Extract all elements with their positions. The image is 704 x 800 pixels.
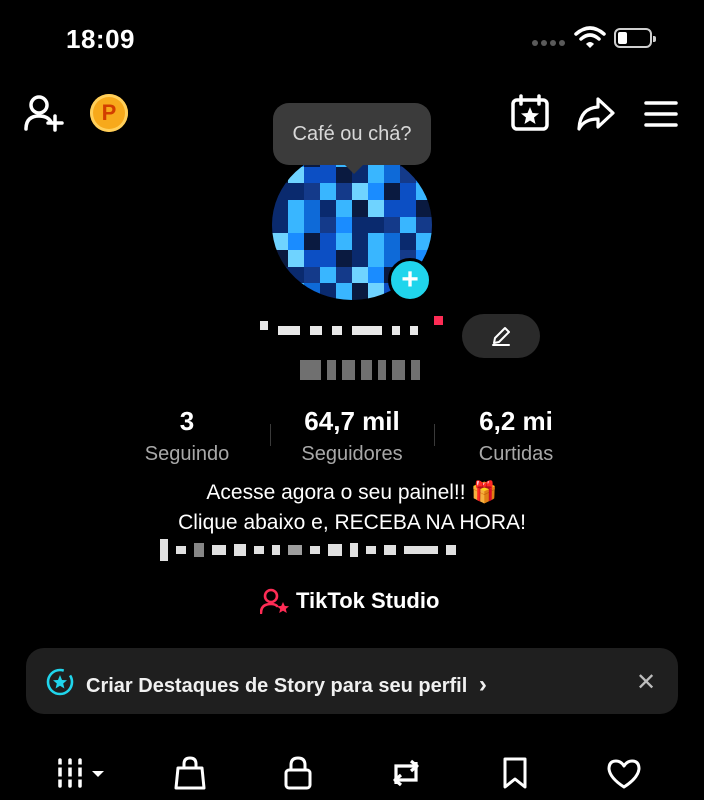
stat-following-label: Seguindo xyxy=(144,443,230,465)
stat-followers[interactable]: 64,7 mil Seguidores xyxy=(286,406,418,466)
live-indicator xyxy=(434,316,443,325)
tiktok-studio-label: TikTok Studio xyxy=(296,588,440,613)
bio-line: Clique abaixo e, RECEBA NA HORA! xyxy=(178,511,526,534)
stat-following-value: 3 xyxy=(179,406,195,436)
add-story-badge[interactable]: + xyxy=(388,258,432,302)
status-time: 18:09 xyxy=(66,24,135,54)
chevron-right-icon: › xyxy=(478,671,487,698)
banner-text[interactable]: Criar Destaques de Story para seu perfil… xyxy=(86,671,487,699)
stat-divider xyxy=(434,424,435,446)
battery-icon xyxy=(614,28,656,48)
creator-icon xyxy=(260,588,289,614)
bio-line: Acesse agora o seu painel!! 🎁 xyxy=(206,481,498,504)
menu-icon[interactable] xyxy=(644,100,678,128)
profile-tab-bar xyxy=(0,752,704,800)
pencil-icon xyxy=(492,327,510,346)
videos-grid-icon[interactable] xyxy=(56,758,108,788)
signal-icon xyxy=(532,40,565,46)
bookmark-icon[interactable] xyxy=(502,756,528,790)
handle-redacted xyxy=(300,360,420,382)
tiktok-studio-link[interactable]: TikTok Studio xyxy=(260,588,439,614)
bio-link-redacted[interactable] xyxy=(160,539,540,561)
repost-icon[interactable] xyxy=(388,758,424,788)
stat-likes[interactable]: 6,2 mi Curtidas xyxy=(458,406,574,466)
stat-followers-value: 64,7 mil xyxy=(304,406,400,436)
username-redacted xyxy=(260,316,440,344)
bio: Acesse agora o seu painel!! 🎁 Clique aba… xyxy=(100,478,604,538)
stat-likes-label: Curtidas xyxy=(478,443,554,465)
share-icon[interactable] xyxy=(576,96,616,132)
edit-profile-button[interactable] xyxy=(462,314,540,358)
stat-divider xyxy=(270,424,271,446)
lock-icon[interactable] xyxy=(284,756,312,790)
close-icon[interactable]: ✕ xyxy=(636,668,656,697)
shopping-bag-icon[interactable] xyxy=(174,756,206,790)
stat-following[interactable]: 3 Seguindo xyxy=(130,406,244,466)
wifi-icon xyxy=(574,26,606,48)
heart-icon[interactable] xyxy=(606,758,642,790)
note-bubble[interactable]: Café ou chá? xyxy=(273,103,431,174)
banner-label: Criar Destaques de Story para seu perfil xyxy=(86,675,468,697)
coin-icon[interactable]: P xyxy=(90,94,128,132)
highlight-star-icon xyxy=(46,668,74,696)
stat-followers-label: Seguidores xyxy=(301,443,403,465)
stat-likes-value: 6,2 mi xyxy=(479,406,553,436)
add-friend-icon[interactable] xyxy=(24,94,64,132)
calendar-star-icon[interactable] xyxy=(510,94,550,132)
